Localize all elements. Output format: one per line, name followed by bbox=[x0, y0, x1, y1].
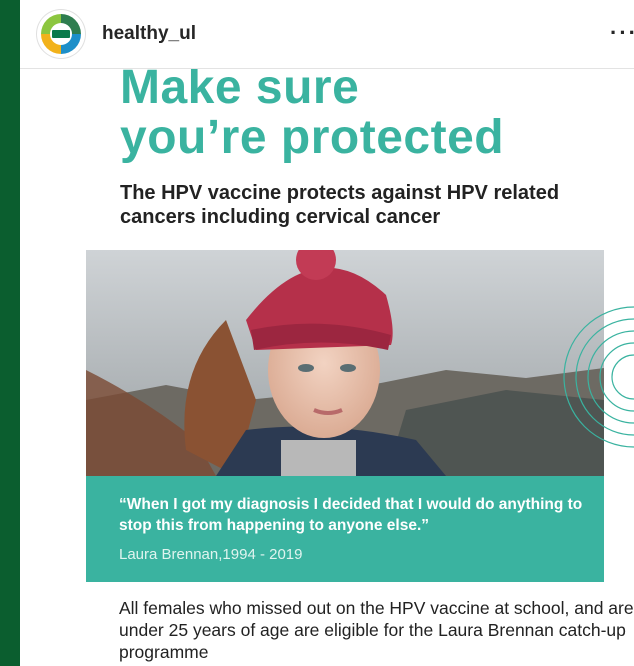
post-header: healthy_ul ··· bbox=[20, 0, 634, 69]
quote-attribution: Laura Brennan,1994 - 2019 bbox=[119, 546, 303, 563]
subheadline: The HPV vaccine protects against HPV rel… bbox=[120, 182, 560, 228]
post-image: Make sure you’re protected The HPV vacci… bbox=[20, 69, 634, 666]
hse-logo-icon[interactable] bbox=[37, 10, 85, 58]
headline-line-2: you’re protected bbox=[120, 111, 505, 164]
headline: Make sure you’re protected bbox=[120, 69, 504, 163]
quote-box: “When I got my diagnosis I decided that … bbox=[86, 476, 604, 582]
left-sidebar-strip bbox=[0, 0, 20, 666]
eligibility-text: All females who missed out on the HPV va… bbox=[119, 598, 634, 662]
more-options-icon[interactable]: ··· bbox=[610, 20, 634, 46]
quote-text: “When I got my diagnosis I decided that … bbox=[119, 496, 583, 534]
username-link[interactable]: healthy_ul bbox=[102, 23, 196, 45]
portrait-photo bbox=[86, 250, 604, 476]
decorative-rings bbox=[563, 306, 634, 448]
headline-line-1: Make sure bbox=[120, 69, 360, 114]
